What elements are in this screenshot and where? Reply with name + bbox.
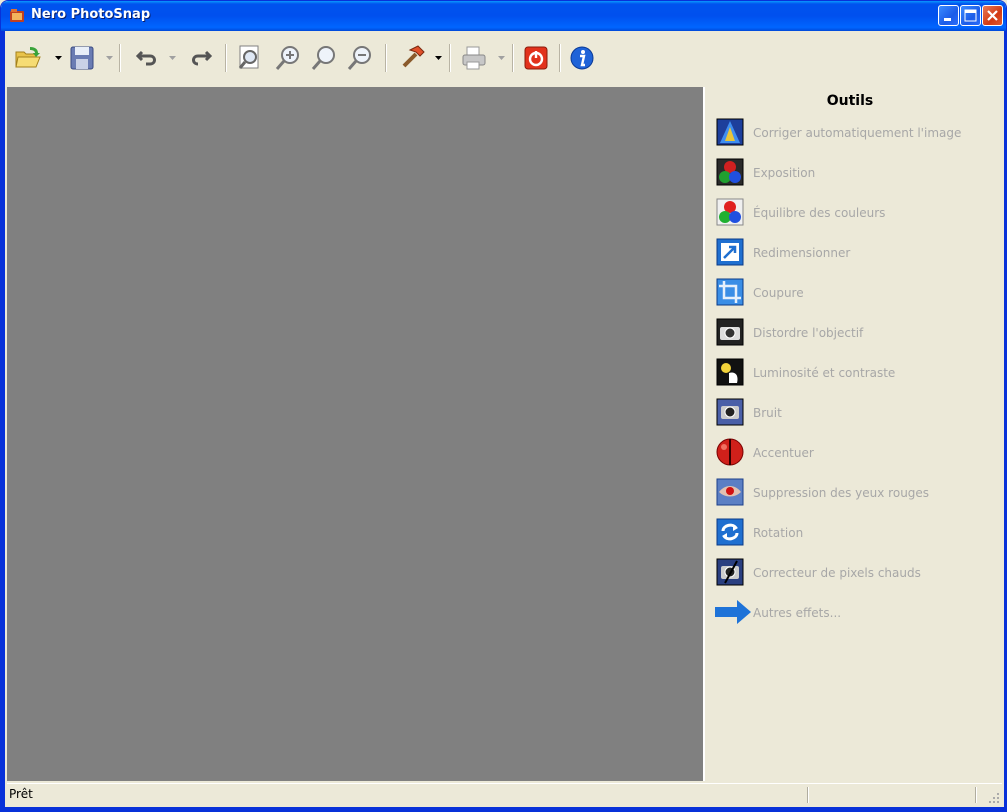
tool-label: Luminosité et contraste bbox=[753, 366, 896, 380]
tool-label: Exposition bbox=[753, 166, 816, 180]
sharpen-icon bbox=[716, 438, 744, 466]
open-dropdown-icon[interactable] bbox=[55, 56, 62, 61]
undo-icon bbox=[135, 50, 156, 66]
resize-icon bbox=[716, 238, 744, 266]
toolbar-separator bbox=[512, 44, 514, 72]
print-dropdown-icon[interactable] bbox=[498, 56, 505, 61]
zoom-fit-button[interactable] bbox=[233, 42, 267, 74]
power-exit-icon bbox=[524, 46, 548, 70]
tools-button[interactable] bbox=[395, 42, 429, 74]
print-button[interactable] bbox=[457, 42, 491, 74]
undo-dropdown-icon[interactable] bbox=[169, 56, 176, 61]
tool-label: Distordre l'objectif bbox=[753, 326, 864, 340]
redo-icon bbox=[192, 50, 213, 66]
status-separator bbox=[975, 787, 977, 803]
noise-icon bbox=[716, 398, 744, 426]
tool-label: Suppression des yeux rouges bbox=[753, 486, 930, 500]
tool-label: Équilibre des couleurs bbox=[753, 206, 886, 220]
zoom-out-icon bbox=[347, 46, 371, 70]
minimize-button[interactable] bbox=[938, 5, 959, 26]
tool-label: Rotation bbox=[753, 526, 804, 540]
tool-label: Correcteur de pixels chauds bbox=[753, 566, 921, 580]
window-frame-left bbox=[1, 31, 5, 811]
undo-button[interactable] bbox=[131, 42, 165, 74]
zoom-actual-button[interactable] bbox=[307, 42, 341, 74]
tool-resize[interactable]: Redimensionner bbox=[715, 237, 995, 269]
app-icon bbox=[10, 9, 24, 22]
more-effects-arrow-icon bbox=[715, 600, 751, 624]
tool-rotate[interactable]: Rotation bbox=[715, 517, 995, 549]
zoom-out-button[interactable] bbox=[343, 42, 377, 74]
hot-pixel-icon bbox=[716, 558, 744, 586]
tool-sharpen[interactable]: Accentuer bbox=[715, 437, 995, 469]
panel-title: Outils bbox=[826, 93, 874, 109]
open-button[interactable] bbox=[11, 42, 45, 74]
tool-exposure[interactable]: Exposition bbox=[715, 157, 995, 189]
tools-hammer-icon bbox=[402, 45, 425, 68]
color-balance-icon bbox=[716, 198, 744, 226]
info-icon bbox=[570, 46, 594, 70]
tool-more-effects[interactable]: Autres effets... bbox=[715, 597, 995, 629]
title-bar[interactable]: Nero PhotoSnap bbox=[1, 1, 1006, 31]
main-toolbar bbox=[5, 32, 1002, 84]
tool-brightness-contrast[interactable]: Luminosité et contraste bbox=[715, 357, 995, 389]
tool-red-eye[interactable]: Suppression des yeux rouges bbox=[715, 477, 995, 509]
brightness-contrast-icon bbox=[716, 358, 744, 386]
tool-hot-pixel[interactable]: Correcteur de pixels chauds bbox=[715, 557, 995, 589]
auto-correct-icon bbox=[716, 118, 744, 146]
image-canvas[interactable] bbox=[7, 87, 703, 781]
close-icon bbox=[987, 10, 998, 21]
tool-label: Redimensionner bbox=[753, 246, 851, 260]
tool-label: Accentuer bbox=[753, 446, 814, 460]
resize-grip-icon[interactable] bbox=[988, 792, 1000, 804]
status-text: Prêt bbox=[9, 787, 33, 801]
open-folder-icon bbox=[15, 47, 41, 68]
info-button[interactable] bbox=[565, 42, 599, 74]
tool-auto-correct[interactable]: Corriger automatiquement l'image bbox=[715, 117, 995, 149]
save-dropdown-icon[interactable] bbox=[106, 56, 113, 61]
window-title: Nero PhotoSnap bbox=[31, 7, 151, 22]
tool-crop[interactable]: Coupure bbox=[715, 277, 995, 309]
save-icon bbox=[70, 46, 94, 70]
window-frame-bottom bbox=[1, 807, 1006, 811]
maximize-button[interactable] bbox=[960, 5, 981, 26]
tool-label: Coupure bbox=[753, 286, 804, 300]
exposure-icon bbox=[716, 158, 744, 186]
zoom-actual-icon bbox=[311, 46, 335, 70]
tool-label: Corriger automatiquement l'image bbox=[753, 126, 962, 140]
zoom-fit-icon bbox=[238, 45, 259, 69]
toolbar-separator bbox=[225, 44, 227, 72]
toolbar-separator bbox=[449, 44, 451, 72]
redo-button[interactable] bbox=[183, 42, 217, 74]
tools-dropdown-icon[interactable] bbox=[435, 56, 442, 61]
tool-label: Bruit bbox=[753, 406, 782, 420]
app-window: Nero PhotoSnap Outils Corriger automatiq… bbox=[0, 0, 1007, 812]
exit-button[interactable] bbox=[519, 42, 553, 74]
tool-color-balance[interactable]: Équilibre des couleurs bbox=[715, 197, 995, 229]
tool-noise[interactable]: Bruit bbox=[715, 397, 995, 429]
toolbar-separator bbox=[559, 44, 561, 72]
tools-panel: Outils Corriger automatiquement l'image … bbox=[705, 87, 1002, 781]
zoom-in-button[interactable] bbox=[271, 42, 305, 74]
close-button[interactable] bbox=[982, 5, 1003, 26]
print-icon bbox=[462, 46, 486, 70]
red-eye-icon bbox=[716, 478, 744, 506]
tool-lens-distort[interactable]: Distordre l'objectif bbox=[715, 317, 995, 349]
status-separator bbox=[807, 787, 809, 803]
crop-icon bbox=[716, 278, 744, 306]
lens-distort-icon bbox=[716, 318, 744, 346]
zoom-in-icon bbox=[275, 46, 299, 70]
toolbar-separator bbox=[119, 44, 121, 72]
maximize-icon bbox=[964, 9, 977, 22]
status-bar: Prêt bbox=[7, 783, 1002, 806]
rotate-icon bbox=[716, 518, 744, 546]
save-button[interactable] bbox=[65, 42, 99, 74]
tool-label: Autres effets... bbox=[753, 606, 842, 620]
toolbar-separator bbox=[385, 44, 387, 72]
minimize-icon bbox=[944, 18, 951, 21]
